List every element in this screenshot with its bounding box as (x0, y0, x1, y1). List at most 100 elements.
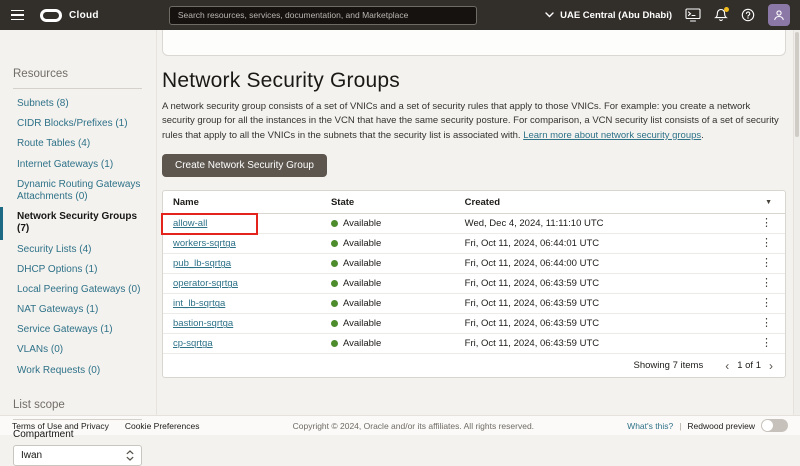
top-bar: Cloud UAE Central (Abu Dhabi) (0, 0, 800, 30)
sort-descending-icon[interactable]: ▼ (765, 199, 772, 206)
table-row: operator-sqrtga Available Fri, Oct 11, 2… (163, 274, 785, 294)
kebab-menu-icon[interactable]: ⋮ (761, 318, 772, 329)
state-label: Available (343, 218, 381, 229)
divider (13, 88, 142, 89)
page-indicator: 1 of 1 (737, 360, 761, 371)
state-label: Available (343, 278, 381, 289)
resources-nav: Subnets (8)CIDR Blocks/Prefixes (1)Route… (0, 94, 156, 381)
compartment-value: Iwan (21, 450, 42, 461)
table-row: pub_lb-sqrtga Available Fri, Oct 11, 202… (163, 254, 785, 274)
kebab-menu-icon[interactable]: ⋮ (761, 298, 772, 309)
sidebar-item-subnets-8[interactable]: Subnets (8) (0, 94, 156, 114)
column-header-state[interactable]: State (331, 197, 465, 208)
profile-avatar[interactable] (768, 4, 790, 26)
list-scope-heading: List scope (13, 399, 142, 411)
hamburger-menu-icon[interactable] (0, 0, 34, 30)
scrolled-card-fragment (162, 30, 786, 56)
terms-link[interactable]: Terms of Use and Privacy (12, 421, 109, 431)
status-available-dot-icon (331, 340, 338, 347)
oracle-cloud-logo[interactable]: Cloud (40, 9, 99, 22)
column-header-name[interactable]: Name (163, 197, 331, 208)
redwood-preview-label: Redwood preview (687, 421, 755, 431)
sidebar-item-nat-gateways-1[interactable]: NAT Gateways (1) (0, 300, 156, 320)
table-header-row: Name State Created ▼ (163, 191, 785, 214)
table-row: cp-sqrtga Available Fri, Oct 11, 2024, 0… (163, 334, 785, 354)
status-available-dot-icon (331, 220, 338, 227)
nsg-name-link[interactable]: workers-sqrtga (173, 238, 236, 249)
cloud-shell-icon[interactable] (685, 8, 701, 22)
period: . (701, 130, 704, 141)
nsg-name-link[interactable]: cp-sqrtga (173, 338, 213, 349)
created-label: Wed, Dec 4, 2024, 11:11:10 UTC (465, 218, 745, 229)
sidebar-item-vlans-0[interactable]: VLANs (0) (0, 340, 156, 360)
created-label: Fri, Oct 11, 2024, 06:43:59 UTC (465, 318, 745, 329)
state-label: Available (343, 258, 381, 269)
notification-badge (724, 7, 729, 12)
sidebar-item-internet-gateways-1[interactable]: Internet Gateways (1) (0, 155, 156, 175)
nsg-name-link[interactable]: allow-all (173, 218, 207, 229)
redwood-preview-toggle[interactable] (761, 419, 788, 432)
pagination: ‹ 1 of 1 › (725, 360, 773, 372)
table-footer: Showing 7 items ‹ 1 of 1 › (163, 354, 785, 377)
chevron-down-icon (545, 12, 554, 18)
table-row: bastion-sqrtga Available Fri, Oct 11, 20… (163, 314, 785, 334)
sidebar-item-cidr-blocks-prefixes-1[interactable]: CIDR Blocks/Prefixes (1) (0, 114, 156, 134)
kebab-menu-icon[interactable]: ⋮ (761, 258, 772, 269)
table-row: int_lb-sqrtga Available Fri, Oct 11, 202… (163, 294, 785, 314)
global-search (169, 5, 477, 25)
sidebar-item-service-gateways-1[interactable]: Service Gateways (1) (0, 320, 156, 340)
cookie-preferences-link[interactable]: Cookie Preferences (125, 421, 200, 431)
sidebar-item-network-security-groups-7[interactable]: Network Security Groups (7) (0, 207, 156, 239)
nsg-name-link[interactable]: operator-sqrtga (173, 278, 238, 289)
nsg-table: Name State Created ▼ allow-all Available… (162, 190, 786, 378)
select-arrows-icon (126, 450, 134, 461)
help-icon[interactable] (741, 8, 755, 22)
compartment-select[interactable]: Iwan (13, 445, 142, 466)
learn-more-link[interactable]: Learn more about network security groups (523, 130, 701, 141)
table-row: allow-all Available Wed, Dec 4, 2024, 11… (163, 214, 785, 234)
create-nsg-button[interactable]: Create Network Security Group (162, 154, 327, 177)
footer-right: What's this? | Redwood preview (627, 419, 788, 432)
state-label: Available (343, 338, 381, 349)
person-icon (773, 9, 785, 21)
created-label: Fri, Oct 11, 2024, 06:44:01 UTC (465, 238, 745, 249)
table-row: workers-sqrtga Available Fri, Oct 11, 20… (163, 234, 785, 254)
created-label: Fri, Oct 11, 2024, 06:43:59 UTC (465, 338, 745, 349)
nsg-name-link[interactable]: pub_lb-sqrtga (173, 258, 231, 269)
status-available-dot-icon (331, 320, 338, 327)
page-title: Network Security Groups (162, 69, 786, 93)
nsg-name-link[interactable]: bastion-sqrtga (173, 318, 233, 329)
state-label: Available (343, 298, 381, 309)
kebab-menu-icon[interactable]: ⋮ (761, 338, 772, 349)
scrollbar-track[interactable] (793, 30, 800, 415)
top-bar-actions: UAE Central (Abu Dhabi) (545, 4, 790, 26)
main-content: Network Security Groups A network securi… (157, 30, 800, 415)
state-label: Available (343, 318, 381, 329)
copyright-label: Copyright © 2024, Oracle and/or its affi… (216, 421, 612, 431)
next-page-icon[interactable]: › (769, 360, 773, 372)
status-available-dot-icon (331, 280, 338, 287)
sidebar-item-work-requests-0[interactable]: Work Requests (0) (0, 361, 156, 381)
separator: | (679, 421, 681, 431)
kebab-menu-icon[interactable]: ⋮ (761, 238, 772, 249)
resources-heading: Resources (13, 68, 142, 80)
previous-page-icon[interactable]: ‹ (725, 360, 729, 372)
kebab-menu-icon[interactable]: ⋮ (761, 218, 772, 229)
kebab-menu-icon[interactable]: ⋮ (761, 278, 772, 289)
nsg-name-link[interactable]: int_lb-sqrtga (173, 298, 225, 309)
sidebar-item-local-peering-gateways-0[interactable]: Local Peering Gateways (0) (0, 280, 156, 300)
column-header-created[interactable]: Created (465, 197, 745, 208)
region-selector[interactable]: UAE Central (Abu Dhabi) (545, 10, 672, 21)
sidebar-item-dhcp-options-1[interactable]: DHCP Options (1) (0, 260, 156, 280)
whats-this-link[interactable]: What's this? (627, 421, 673, 431)
search-input[interactable] (169, 6, 477, 25)
oracle-o-icon (40, 9, 62, 22)
created-label: Fri, Oct 11, 2024, 06:44:00 UTC (465, 258, 745, 269)
status-available-dot-icon (331, 240, 338, 247)
announcements-bell-icon[interactable] (714, 8, 728, 22)
sidebar-item-security-lists-4[interactable]: Security Lists (4) (0, 240, 156, 260)
sidebar-item-dynamic-routing-gateways-attachments-0[interactable]: Dynamic Routing Gateways Attachments (0) (0, 175, 156, 207)
sidebar-item-route-tables-4[interactable]: Route Tables (4) (0, 134, 156, 154)
scrollbar-thumb[interactable] (795, 32, 799, 137)
status-available-dot-icon (331, 300, 338, 307)
